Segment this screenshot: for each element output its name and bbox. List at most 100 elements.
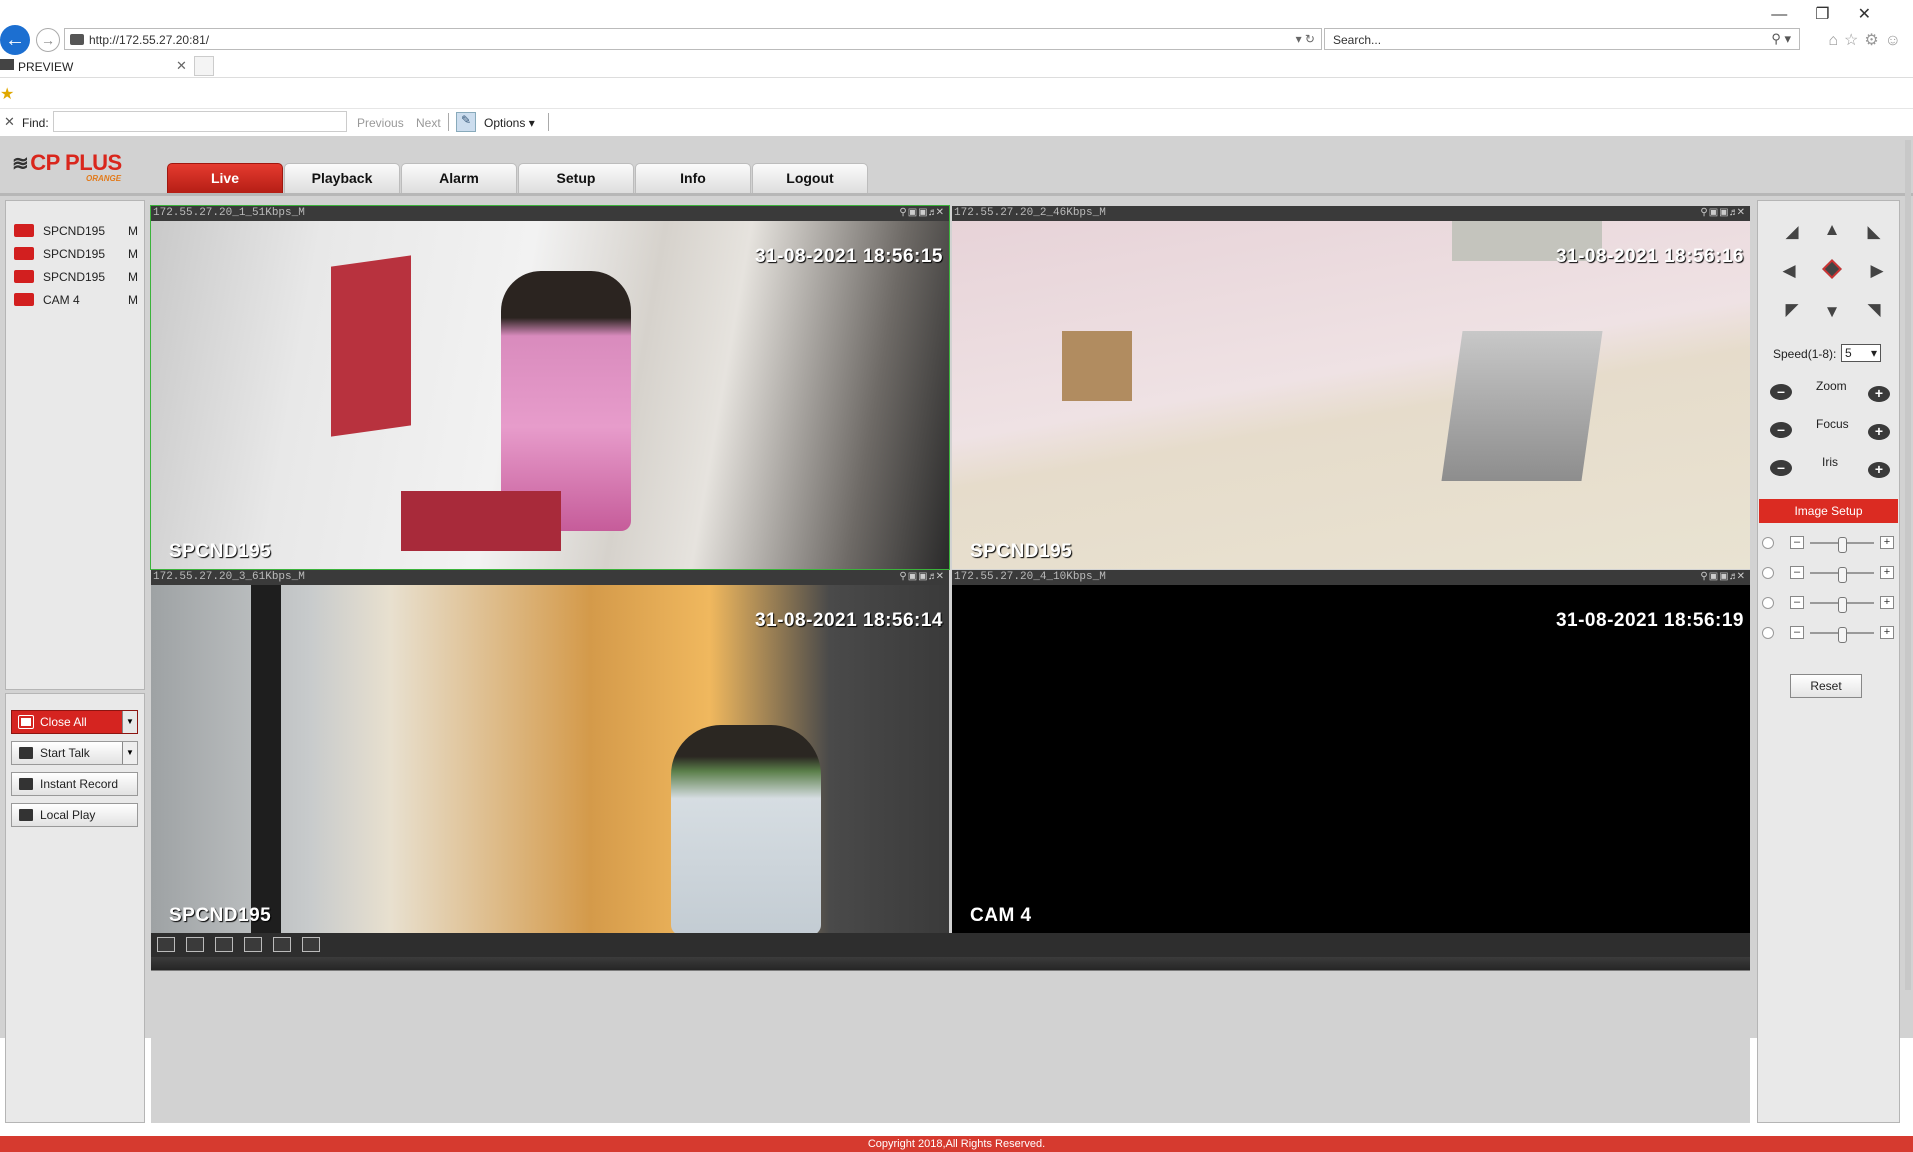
stream-type[interactable]: M	[128, 293, 138, 307]
chevron-down-icon[interactable]: ▼	[122, 742, 137, 764]
video-pane-2[interactable]: 172.55.27.20_2_46Kbps_M ⚲▣▣♬✕ 31-08-2021 …	[952, 206, 1750, 569]
brightness-icon	[1762, 537, 1774, 549]
fullscreen-icon[interactable]	[215, 937, 233, 952]
find-next-button[interactable]: Next	[416, 116, 441, 130]
toolbar-icons[interactable]: ⌂☆⚙☺	[1828, 30, 1907, 50]
find-input[interactable]	[53, 111, 347, 132]
stream-type[interactable]: M	[128, 247, 138, 261]
image-setup-header[interactable]: Image Setup	[1759, 499, 1898, 523]
video-pane-4[interactable]: 172.55.27.20_4_10Kbps_M ⚲▣▣♬✕ 31-08-2021 …	[952, 570, 1750, 933]
highlight-icon[interactable]: ✎	[456, 112, 476, 132]
increase-button[interactable]: +	[1880, 536, 1894, 549]
address-text: http://172.55.27.20:81/	[89, 33, 210, 47]
brightness-slider[interactable]: – +	[1762, 535, 1896, 553]
layout-2-icon[interactable]	[186, 937, 204, 952]
layout-1-icon[interactable]	[157, 937, 175, 952]
tab-live[interactable]: Live	[167, 163, 283, 193]
zoom-in-button[interactable]: +	[1868, 386, 1890, 402]
camera-item[interactable]: SPCND195 M	[10, 244, 140, 262]
stream-type[interactable]: M	[128, 270, 138, 284]
ptz-down-left-icon[interactable]: ◤	[1783, 301, 1801, 319]
forward-arrow-icon[interactable]: →	[36, 28, 60, 52]
pane-controls[interactable]: ⚲▣▣♬✕	[899, 570, 945, 585]
cardboard-box	[1062, 331, 1132, 401]
zoom-out-button[interactable]: –	[1770, 384, 1792, 400]
tab-close-icon[interactable]: ✕	[176, 58, 187, 74]
search-box[interactable]: Search... ⚲ ▾	[1324, 28, 1800, 50]
favorites-star-icon[interactable]: ★	[0, 84, 14, 104]
focus-in-button[interactable]: +	[1868, 424, 1890, 440]
focus-out-button[interactable]: –	[1770, 422, 1792, 438]
increase-button[interactable]: +	[1880, 596, 1894, 609]
window-controls[interactable]: —❐✕	[1771, 4, 1899, 24]
ptz-left-icon[interactable]: ◀	[1780, 262, 1798, 280]
reset-button[interactable]: Reset	[1790, 674, 1862, 698]
browser-tab[interactable]: PREVIEW ✕	[0, 55, 190, 77]
slider-track[interactable]	[1810, 537, 1874, 553]
slider-knob[interactable]	[1838, 567, 1847, 583]
decrease-button[interactable]: –	[1790, 596, 1804, 609]
camera-item[interactable]: SPCND195 M	[10, 221, 140, 239]
tab-logout[interactable]: Logout	[752, 163, 868, 193]
back-arrow-icon[interactable]: ←	[0, 25, 30, 55]
tab-playback[interactable]: Playback	[284, 163, 400, 193]
instant-record-button[interactable]: Instant Record	[11, 772, 138, 796]
slider-knob[interactable]	[1838, 597, 1847, 613]
increase-button[interactable]: +	[1880, 626, 1894, 639]
slider-track[interactable]	[1810, 567, 1874, 583]
ptz-down-right-icon[interactable]: ◥	[1865, 301, 1883, 319]
camera-item[interactable]: CAM 4 M	[10, 290, 140, 308]
decrease-button[interactable]: –	[1790, 536, 1804, 549]
timestamp: 31-08-2021 18:56:19	[1555, 610, 1744, 631]
video-pane-3[interactable]: 172.55.27.20_3_61Kbps_M ⚲▣▣♬✕ 31-08-2021 …	[151, 570, 949, 933]
floor-mat	[401, 491, 561, 551]
slider-track[interactable]	[1810, 627, 1874, 643]
ptz-up-right-icon[interactable]: ◣	[1865, 223, 1883, 241]
slider-knob[interactable]	[1838, 537, 1847, 553]
ptz-right-icon[interactable]: ▶	[1868, 262, 1886, 280]
decrease-button[interactable]: –	[1790, 626, 1804, 639]
ptz-down-icon[interactable]: ▼	[1823, 303, 1841, 321]
decrease-button[interactable]: –	[1790, 566, 1804, 579]
search-icon[interactable]: ⚲ ▾	[1771, 31, 1791, 47]
door-frame	[251, 585, 281, 933]
tab-setup[interactable]: Setup	[518, 163, 634, 193]
video-pane-1[interactable]: 172.55.27.20_1_51Kbps_M ⚲▣▣♬✕ 31-08-2021 …	[150, 205, 950, 570]
quad-view-icon[interactable]	[302, 937, 320, 952]
ptz-up-icon[interactable]: ▲	[1823, 221, 1841, 239]
speed-select[interactable]: 5 ▾	[1841, 344, 1881, 362]
slider-knob[interactable]	[1838, 627, 1847, 643]
pane-label: CAM 4	[970, 905, 1032, 926]
find-previous-button[interactable]: Previous	[357, 116, 404, 130]
pane-controls[interactable]: ⚲▣▣♬✕	[899, 206, 945, 221]
close-all-button[interactable]: Close All ▼	[11, 710, 138, 734]
start-talk-button[interactable]: Start Talk ▼	[11, 741, 138, 765]
aspect-ratio-icon[interactable]	[244, 937, 262, 952]
iris-close-button[interactable]: –	[1770, 460, 1792, 476]
stream-type[interactable]: M	[128, 224, 138, 238]
increase-button[interactable]: +	[1880, 566, 1894, 579]
new-tab-button[interactable]	[194, 56, 214, 76]
iris-open-button[interactable]: +	[1868, 462, 1890, 478]
slider-track[interactable]	[1810, 597, 1874, 613]
pane-controls[interactable]: ⚲▣▣♬✕	[1700, 570, 1746, 585]
browser-chrome: ← → http://172.55.27.20:81/ ▾ ↻ Search..…	[0, 0, 1913, 136]
camera-item[interactable]: SPCND195 M	[10, 267, 140, 285]
saturation-slider[interactable]: – +	[1762, 595, 1896, 613]
pane-controls[interactable]: ⚲▣▣♬✕	[1700, 206, 1746, 221]
find-close-icon[interactable]: ✕	[4, 114, 15, 130]
ptz-center-icon[interactable]	[1822, 259, 1842, 279]
scrollbar[interactable]	[1905, 140, 1911, 990]
tab-info[interactable]: Info	[635, 163, 751, 193]
local-play-button[interactable]: Local Play	[11, 803, 138, 827]
address-bar[interactable]: http://172.55.27.20:81/ ▾ ↻	[64, 28, 1322, 50]
refresh-icon[interactable]: ▾ ↻	[1296, 32, 1315, 46]
chevron-down-icon[interactable]: ▼	[122, 711, 137, 733]
single-view-icon[interactable]	[273, 937, 291, 952]
contrast-slider[interactable]: – +	[1762, 565, 1896, 583]
hue-slider[interactable]: – +	[1762, 625, 1896, 643]
tab-alarm[interactable]: Alarm	[401, 163, 517, 193]
pane-info: 172.55.27.20_3_61Kbps_M	[153, 571, 305, 583]
find-options-button[interactable]: Options ▾	[484, 116, 535, 130]
ptz-up-left-icon[interactable]: ◢	[1783, 223, 1801, 241]
